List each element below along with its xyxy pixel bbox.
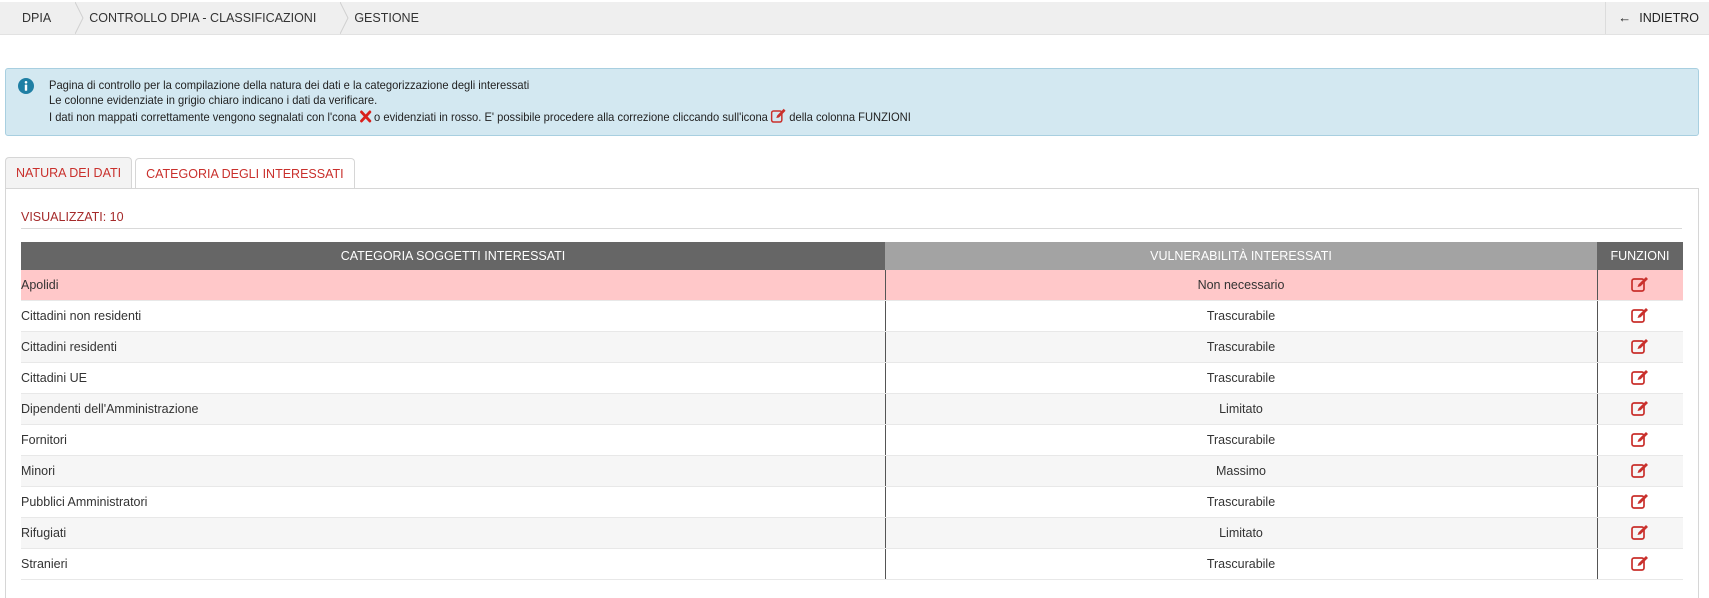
- tab-categoria-degli-interessati[interactable]: CATEGORIA DEGLI INTERESSATI: [135, 158, 355, 190]
- divider: [21, 228, 1682, 229]
- tab-bar: NATURA DEI DATI CATEGORIA DEGLI INTERESS…: [5, 157, 358, 190]
- cell-funzioni: [1597, 548, 1683, 580]
- cell-categoria: Cittadini residenti: [21, 331, 886, 363]
- breadcrumb-item-label: CONTROLLO DPIA - CLASSIFICAZIONI: [89, 11, 317, 25]
- cell-funzioni: [1597, 393, 1683, 425]
- table-row: Dipendenti dell'Amministrazione Limitato: [21, 393, 1683, 425]
- table-row: Stranieri Trascurabile: [21, 548, 1683, 580]
- edit-square-icon[interactable]: [1631, 307, 1649, 326]
- info-line-3: I dati non mappati correttamente vengono…: [49, 108, 911, 127]
- results-count: VISUALIZZATI: 10: [21, 210, 124, 224]
- info-alert: Pagina di controllo per la compilazione …: [5, 68, 1699, 136]
- cell-vulnerabilita: Trascurabile: [885, 548, 1598, 580]
- tab-natura-dei-dati[interactable]: NATURA DEI DATI: [5, 157, 133, 189]
- cell-categoria: Cittadini non residenti: [21, 300, 886, 332]
- info-line-3-part-a: I dati non mappati correttamente vengono…: [49, 110, 357, 124]
- edit-square-icon[interactable]: [1631, 276, 1649, 295]
- info-line-2: Le colonne evidenziate in grigio chiaro …: [49, 93, 378, 107]
- edit-square-icon[interactable]: [1631, 400, 1649, 419]
- cell-vulnerabilita: Trascurabile: [885, 362, 1598, 394]
- breadcrumb-item-label: DPIA: [22, 11, 52, 25]
- cell-categoria: Rifugiati: [21, 517, 886, 549]
- cell-funzioni: [1597, 424, 1683, 456]
- breadcrumb: DPIA CONTROLLO DPIA - CLASSIFICAZIONI GE…: [0, 2, 435, 34]
- cell-vulnerabilita: Trascurabile: [885, 486, 1598, 518]
- cell-vulnerabilita: Trascurabile: [885, 331, 1598, 363]
- edit-square-icon[interactable]: [1631, 493, 1649, 512]
- info-line-3-part-b: o evidenziati in rosso. E' possibile pro…: [374, 110, 768, 124]
- info-line-1: Pagina di controllo per la compilazione …: [49, 78, 530, 92]
- breadcrumb-item-dpia[interactable]: DPIA: [0, 2, 84, 34]
- cell-funzioni: [1597, 300, 1683, 332]
- cell-categoria: Apolidi: [21, 270, 886, 301]
- table-row: Fornitori Trascurabile: [21, 424, 1683, 456]
- cell-categoria: Minori: [21, 455, 886, 487]
- cell-vulnerabilita: Trascurabile: [885, 300, 1598, 332]
- column-header-vulnerabilita[interactable]: VULNERABILITÀ INTERESSATI: [885, 242, 1597, 270]
- cell-categoria: Fornitori: [21, 424, 886, 456]
- cell-vulnerabilita: Limitato: [885, 393, 1598, 425]
- info-circle-icon: [18, 78, 34, 99]
- cell-vulnerabilita: Limitato: [885, 517, 1598, 549]
- edit-square-icon[interactable]: [1631, 369, 1649, 388]
- edit-square-icon[interactable]: [1631, 431, 1649, 450]
- table-row: Apolidi Non necessario: [21, 270, 1683, 301]
- edit-square-icon[interactable]: [1631, 462, 1649, 481]
- cell-funzioni: [1597, 517, 1683, 549]
- cell-funzioni: [1597, 331, 1683, 363]
- column-header-categoria[interactable]: CATEGORIA SOGGETTI INTERESSATI: [21, 242, 885, 270]
- cell-funzioni: [1597, 270, 1683, 301]
- cell-funzioni: [1597, 486, 1683, 518]
- table-body: Apolidi Non necessario Cittadini non resid…: [21, 270, 1683, 580]
- red-x-icon: [359, 110, 371, 127]
- table-row: Cittadini residenti Trascurabile: [21, 331, 1683, 363]
- cell-funzioni: [1597, 455, 1683, 487]
- tab-panel: VISUALIZZATI: 10 CATEGORIA SOGGETTI INTE…: [5, 188, 1699, 598]
- cell-categoria: Dipendenti dell'Amministrazione: [21, 393, 886, 425]
- edit-square-icon[interactable]: [1631, 338, 1649, 357]
- info-line-3-part-c: della colonna FUNZIONI: [789, 110, 911, 124]
- cell-vulnerabilita: Massimo: [885, 455, 1598, 487]
- breadcrumb-item-label: GESTIONE: [354, 11, 419, 25]
- column-header-funzioni: FUNZIONI: [1597, 242, 1683, 270]
- cell-funzioni: [1597, 362, 1683, 394]
- table-row: Pubblici Amministratori Trascurabile: [21, 486, 1683, 518]
- table-row: Cittadini UE Trascurabile: [21, 362, 1683, 394]
- cell-categoria: Stranieri: [21, 548, 886, 580]
- cell-vulnerabilita: Non necessario: [885, 270, 1598, 301]
- back-button-label: INDIETRO: [1639, 11, 1699, 25]
- cell-vulnerabilita: Trascurabile: [885, 424, 1598, 456]
- edit-square-icon[interactable]: [1631, 555, 1649, 574]
- arrow-left-icon: ←: [1618, 10, 1632, 25]
- edit-square-icon: [770, 108, 787, 127]
- table-row: Cittadini non residenti Trascurabile: [21, 300, 1683, 332]
- breadcrumb-bar: DPIA CONTROLLO DPIA - CLASSIFICAZIONI GE…: [0, 2, 1709, 35]
- back-button[interactable]: ← INDIETRO: [1605, 2, 1709, 34]
- cell-categoria: Cittadini UE: [21, 362, 886, 394]
- data-table: CATEGORIA SOGGETTI INTERESSATI VULNERABI…: [21, 242, 1683, 580]
- table-row: Rifugiati Limitato: [21, 517, 1683, 549]
- breadcrumb-item-controllo[interactable]: CONTROLLO DPIA - CLASSIFICAZIONI: [67, 2, 349, 34]
- cell-categoria: Pubblici Amministratori: [21, 486, 886, 518]
- table-row: Minori Massimo: [21, 455, 1683, 487]
- info-text: Pagina di controllo per la compilazione …: [49, 78, 911, 127]
- table-header-row: CATEGORIA SOGGETTI INTERESSATI VULNERABI…: [21, 242, 1683, 270]
- edit-square-icon[interactable]: [1631, 524, 1649, 543]
